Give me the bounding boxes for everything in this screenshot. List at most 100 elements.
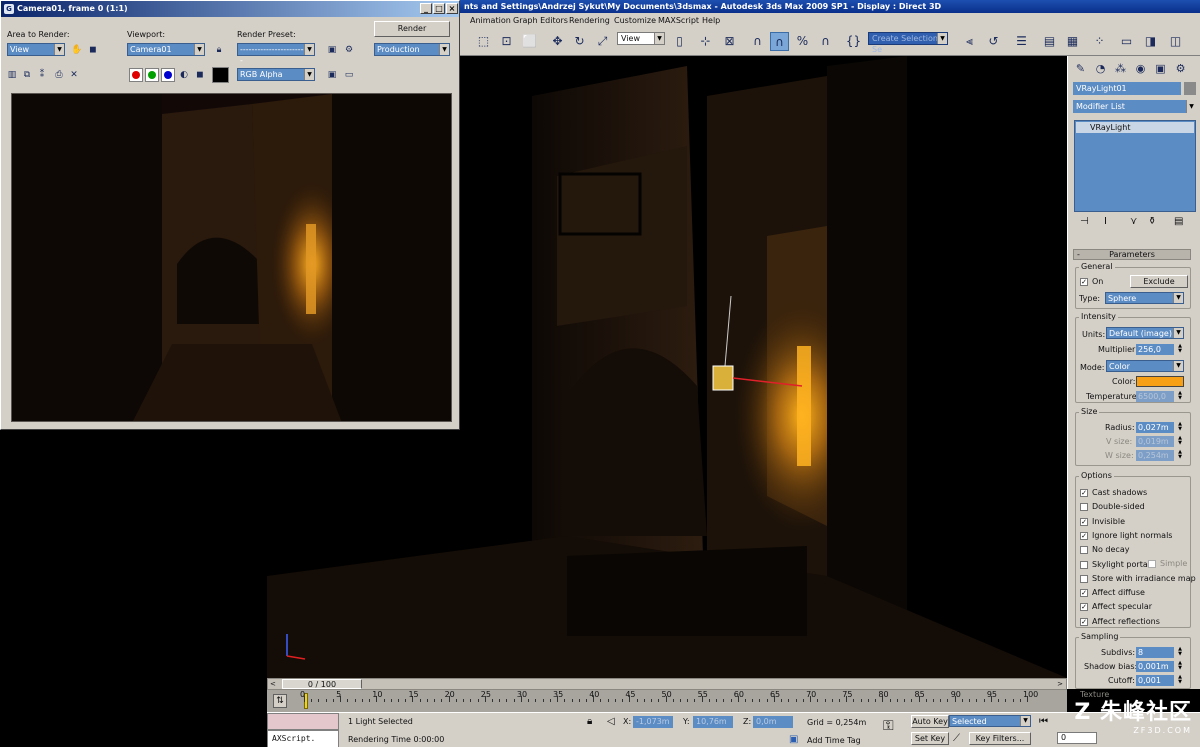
transform-mode-icon[interactable]: ◁ — [607, 716, 615, 727]
alpha-channel-icon[interactable]: ◐ — [177, 68, 191, 82]
multiplier-spinner[interactable]: 256,0 ▲ ▼ — [1136, 344, 1182, 355]
area-to-render-select[interactable]: View ▼ — [7, 43, 65, 56]
light-color-swatch[interactable] — [1136, 376, 1184, 387]
toggle-ui-icon[interactable]: ▭ — [342, 68, 356, 82]
mirror-icon[interactable]: ⫷ — [960, 32, 979, 51]
goto-start-icon[interactable]: ⏮ — [1039, 716, 1048, 727]
option-checkbox[interactable]: ✓ — [1080, 517, 1088, 526]
simple-checkbox[interactable] — [1148, 560, 1156, 568]
w-size-spinner[interactable]: 0,254m ▲ ▼ — [1136, 450, 1182, 461]
spinner-arrows-icon[interactable]: ▲ ▼ — [1176, 675, 1184, 686]
save-image-icon[interactable]: ▥ — [5, 68, 19, 82]
display-tab-icon[interactable]: ▣ — [1152, 60, 1169, 77]
menu-graph-editors[interactable]: Graph Editors — [513, 13, 568, 28]
viewport-select[interactable]: Camera01 ▼ — [127, 43, 205, 56]
modify-tab-icon[interactable]: ◔ — [1092, 60, 1109, 77]
option-checkbox[interactable]: ✓ — [1080, 531, 1088, 540]
window-crossing-icon[interactable]: ⬜ — [520, 32, 539, 51]
spinner-arrows-icon[interactable]: ▲ ▼ — [1176, 344, 1184, 355]
render-setup-icon[interactable]: ▣ — [325, 43, 339, 57]
material-editor-icon[interactable]: ⁘ — [1090, 32, 1109, 51]
select-region-icon[interactable]: ⬚ — [474, 32, 493, 51]
menu-animation[interactable]: Animation — [470, 13, 511, 28]
time-slider[interactable]: < 0 / 100 > — [267, 678, 1067, 690]
show-end-result-icon[interactable]: Ⅰ — [1104, 216, 1107, 227]
make-unique-icon[interactable]: ⋎ — [1130, 216, 1137, 227]
maximize-icon[interactable]: □ — [433, 3, 445, 14]
menu-customize[interactable]: Customize — [614, 13, 656, 28]
spinner-arrows-icon[interactable]: ▲ ▼ — [1176, 422, 1184, 433]
spinner-arrows-icon[interactable]: ▲ ▼ — [1176, 436, 1184, 447]
radius-spinner[interactable]: 0,027m ▲ ▼ — [1136, 422, 1182, 433]
align-icon[interactable]: ↺ — [984, 32, 1003, 51]
render-button[interactable]: Render — [374, 21, 450, 37]
render-preset-select[interactable]: -------------------------- ▼ — [237, 43, 315, 65]
close-icon[interactable]: × — [446, 3, 458, 14]
key-selection-select[interactable]: Selected ▼ — [949, 715, 1031, 727]
pin-stack-icon[interactable]: ⊣ — [1080, 216, 1089, 227]
render-window-title-bar[interactable]: G Camera01, frame 0 (1:1) _ □ × — [1, 1, 459, 17]
menu-help[interactable]: Help — [702, 13, 720, 28]
object-name-field[interactable]: VRayLight01 — [1073, 82, 1181, 95]
units-select[interactable]: Default (image) ▼ — [1106, 327, 1184, 339]
option-checkbox[interactable] — [1080, 574, 1088, 583]
monochrome-icon[interactable]: ◼ — [193, 68, 207, 82]
maxscript-output[interactable] — [267, 713, 339, 730]
set-key-tangent-icon[interactable]: ⟋ — [953, 733, 960, 744]
print-image-icon[interactable]: ⎙ — [52, 68, 66, 82]
mini-curve-editor-icon[interactable]: ⇅ — [273, 694, 287, 708]
select-manipulate-icon[interactable]: ⊹ — [696, 32, 715, 51]
spinner-arrows-icon[interactable]: ▲ ▼ — [1176, 391, 1184, 402]
rotate-icon[interactable]: ↻ — [570, 32, 589, 51]
menu-maxscript[interactable]: MAXScript — [658, 13, 699, 28]
reference-coordinate-select[interactable]: View ▼ — [617, 32, 665, 45]
auto-region-icon[interactable]: ◼ — [86, 43, 100, 57]
spinner-arrows-icon[interactable]: ▲ ▼ — [1176, 647, 1184, 658]
option-checkbox[interactable]: ✓ — [1080, 589, 1088, 598]
option-checkbox[interactable] — [1080, 546, 1088, 555]
spinner-arrows-icon[interactable]: ▲ ▼ — [1176, 661, 1184, 672]
lock-viewport-icon[interactable]: 🔒︎ — [212, 43, 226, 57]
motion-tab-icon[interactable]: ◉ — [1132, 60, 1149, 77]
layer-manager-icon[interactable]: ☰ — [1012, 32, 1031, 51]
named-selection-input[interactable]: Create Selection Se ▼ — [868, 32, 948, 54]
add-time-tag[interactable]: Add Time Tag — [807, 735, 861, 746]
keyboard-shortcut-icon[interactable]: ⊠ — [720, 32, 739, 51]
prev-frame-icon[interactable]: < — [270, 679, 276, 689]
curve-editor-icon[interactable]: ▤ — [1040, 32, 1059, 51]
maxscript-input[interactable]: AXScript. — [267, 730, 339, 747]
schematic-view-icon[interactable]: ▦ — [1063, 32, 1082, 51]
option-checkbox[interactable]: ✓ — [1080, 617, 1088, 626]
color-clipboard-swatch[interactable] — [212, 67, 229, 83]
temperature-spinner[interactable]: 6500,0 ▲ ▼ — [1136, 391, 1182, 402]
spinner-snap-icon[interactable]: ∩ — [816, 32, 835, 51]
next-frame-icon[interactable]: > — [1057, 679, 1063, 689]
x-coordinate-field[interactable]: -1,073m — [633, 716, 673, 728]
clear-icon[interactable]: ✕ — [67, 68, 81, 82]
time-tag-icon[interactable]: ▣ — [789, 734, 798, 745]
select-object-icon[interactable]: ⊡ — [497, 32, 516, 51]
key-filters-button[interactable]: Key Filters... — [969, 732, 1031, 745]
auto-key-button[interactable]: Auto Key — [911, 715, 949, 728]
v-size-spinner[interactable]: 0,019m ▲ ▼ — [1136, 436, 1182, 447]
cutoff-spinner[interactable]: 0,001 ▲ ▼ — [1136, 675, 1182, 686]
spinner-arrows-icon[interactable]: ▲ ▼ — [1176, 450, 1184, 461]
toggle-ui-overlay-icon[interactable]: ▣ — [325, 68, 339, 82]
copy-image-icon[interactable]: ⧉ — [20, 68, 34, 82]
clone-window-icon[interactable]: ⁑ — [35, 68, 49, 82]
time-slider-knob[interactable]: 0 / 100 — [282, 679, 362, 689]
red-channel-toggle[interactable] — [129, 68, 143, 82]
angle-snap-icon[interactable]: ∩ — [770, 32, 789, 51]
y-coordinate-field[interactable]: 10,76m — [693, 716, 733, 728]
hierarchy-tab-icon[interactable]: ⁂ — [1112, 60, 1129, 77]
percent-snap-icon[interactable]: % — [793, 32, 812, 51]
remove-modifier-icon[interactable]: ⚱ — [1148, 216, 1156, 227]
on-checkbox[interactable]: ✓ — [1080, 278, 1088, 286]
rendered-frame-window-icon[interactable]: ◨ — [1141, 32, 1160, 51]
create-tab-icon[interactable]: ✎ — [1072, 60, 1089, 77]
environment-icon[interactable]: ⚙ — [342, 43, 356, 57]
utilities-tab-icon[interactable]: ⚙ — [1172, 60, 1189, 77]
minimize-icon[interactable]: _ — [420, 3, 432, 14]
object-color-swatch[interactable] — [1184, 82, 1196, 95]
exclude-button[interactable]: Exclude — [1130, 275, 1188, 288]
